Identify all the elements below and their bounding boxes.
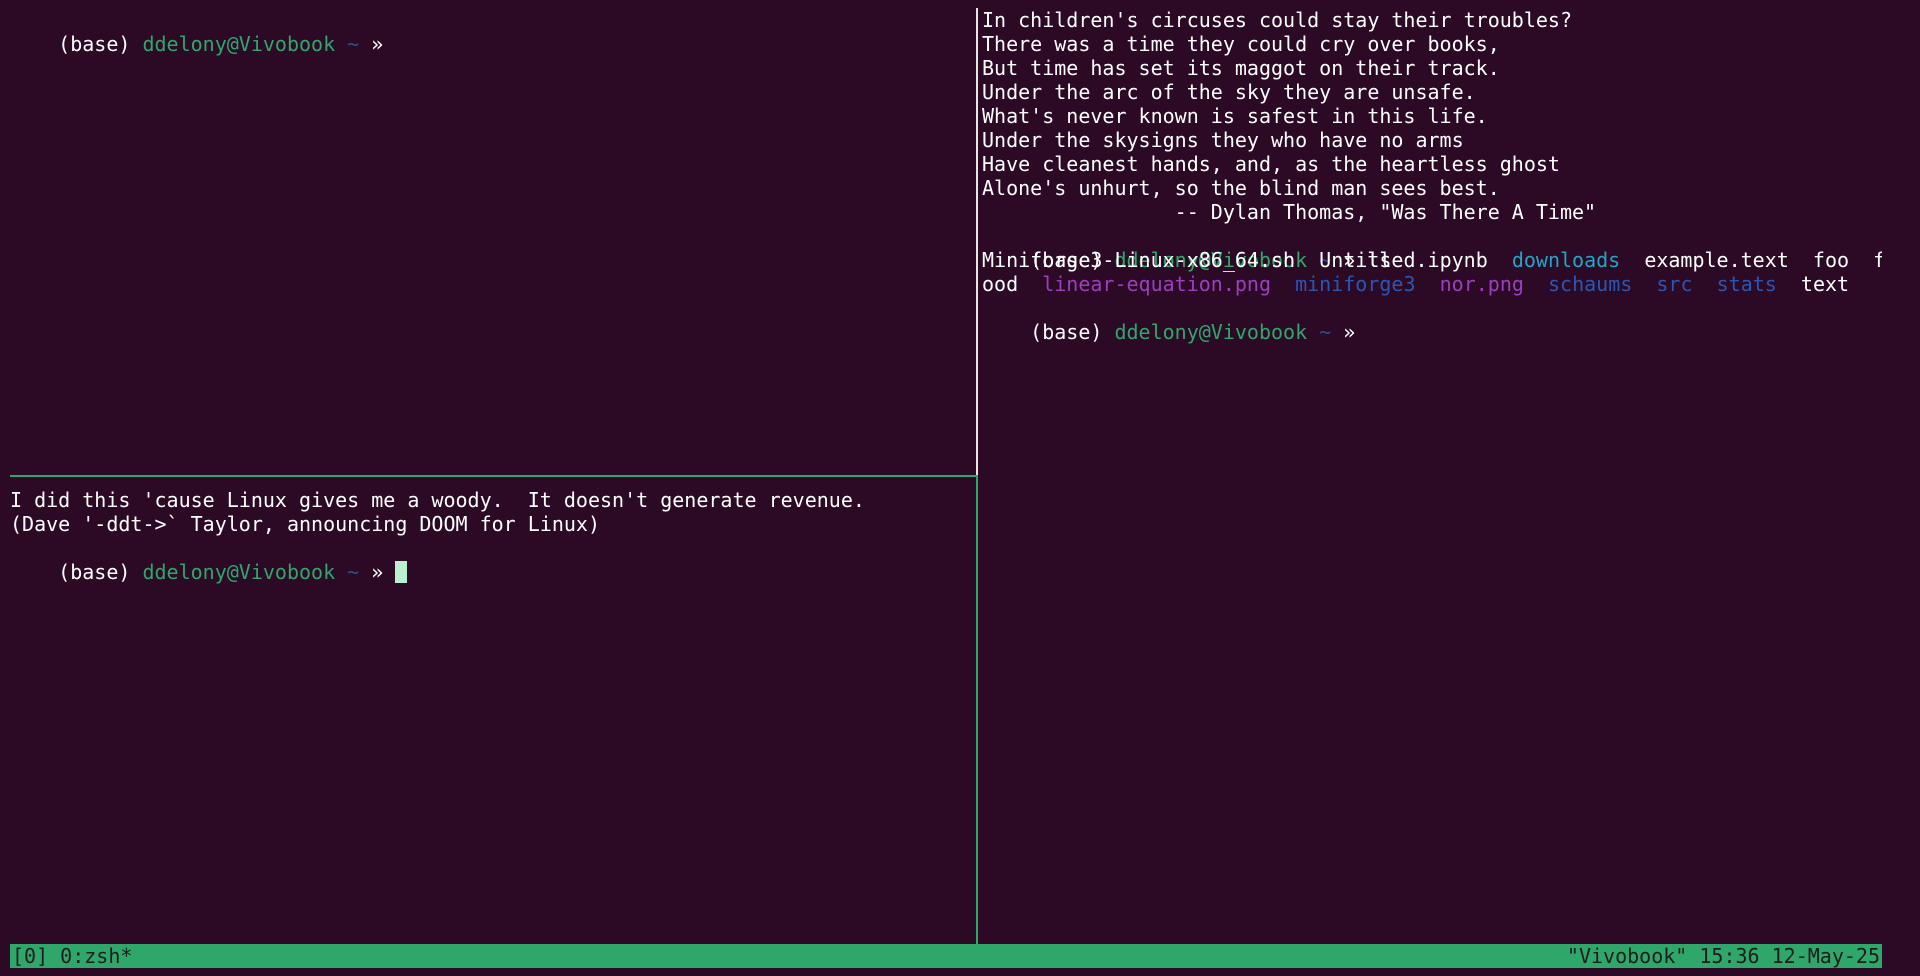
prompt-line: (base) ddelony@Vivobook ~ » bbox=[10, 8, 975, 56]
poem-line: Have cleanest hands, and, as the heartle… bbox=[982, 152, 1560, 176]
pane-right[interactable]: In children's circuses could stay their … bbox=[982, 8, 1882, 943]
ls-entry: f bbox=[1873, 248, 1882, 272]
poem-line: Alone's unhurt, so the blind man sees be… bbox=[982, 176, 1500, 200]
pane-divider-vertical-active[interactable] bbox=[976, 475, 978, 944]
ls-entry: ood bbox=[982, 272, 1019, 296]
ls-entry: miniforge3 bbox=[1295, 272, 1416, 296]
ls-entry: nor.png bbox=[1439, 272, 1524, 296]
ls-entry: src bbox=[1656, 272, 1693, 296]
ls-entry: downloads bbox=[1511, 248, 1621, 272]
ls-output-row-2: ood linear-equation.png miniforge3 nor.p… bbox=[982, 272, 1882, 296]
prompt-tilde: ~ bbox=[1319, 320, 1332, 344]
pane-divider-horizontal[interactable] bbox=[10, 475, 976, 477]
poem-line: There was a time they could cry over boo… bbox=[982, 32, 1500, 56]
prompt-env: (base) bbox=[1030, 320, 1103, 344]
prompt-tilde: ~ bbox=[347, 32, 360, 56]
ls-entry: schaums bbox=[1548, 272, 1633, 296]
pane-divider-vertical[interactable] bbox=[976, 8, 978, 475]
ls-entry: example.text bbox=[1644, 248, 1789, 272]
poem-line: Under the skysigns they who have no arms bbox=[982, 128, 1464, 152]
prompt-line: (base) ddelony@Vivobook ~ » ls bbox=[982, 224, 1882, 272]
ls-entry: foo bbox=[1812, 248, 1850, 272]
prompt-line: (base) ddelony@Vivobook ~ » bbox=[982, 296, 1882, 344]
status-host-clock: "Vivobook" 15:36 12-May-25 bbox=[1566, 944, 1880, 968]
poem-line: But time has set its maggot on their tra… bbox=[982, 56, 1500, 80]
prompt-env: (base) bbox=[58, 32, 131, 56]
tmux-status-bar: [0] 0:zsh* "Vivobook" 15:36 12-May-25 bbox=[10, 944, 1882, 968]
prompt-arrow: » bbox=[1343, 320, 1356, 344]
ls-entry: Miniforge3-Linux-x86_64.sh bbox=[982, 248, 1296, 272]
prompt-env: (base) bbox=[58, 560, 131, 584]
fortune-line: I did this 'cause Linux gives me a woody… bbox=[10, 488, 865, 512]
prompt-tilde: ~ bbox=[347, 560, 360, 584]
ls-entry: text bbox=[1800, 272, 1850, 296]
pane-bottom-left[interactable]: I did this 'cause Linux gives me a woody… bbox=[10, 488, 975, 943]
poem-line: Under the arc of the sky they are unsafe… bbox=[982, 80, 1476, 104]
ls-entry: Untitled.ipynb bbox=[1319, 248, 1488, 272]
status-window-list[interactable]: [0] 0:zsh* bbox=[12, 944, 132, 968]
prompt-arrow: » bbox=[371, 32, 384, 56]
poem-line: What's never known is safest in this lif… bbox=[982, 104, 1488, 128]
ls-entry: stats bbox=[1716, 272, 1777, 296]
fortune-line: (Dave '-ddt->` Taylor, announcing DOOM f… bbox=[10, 512, 601, 536]
prompt-arrow: » bbox=[371, 560, 384, 584]
ls-entry: linear-equation.png bbox=[1042, 272, 1271, 296]
prompt-line: (base) ddelony@Vivobook ~ » bbox=[10, 536, 975, 584]
prompt-user-host: ddelony@Vivobook bbox=[142, 560, 336, 584]
pane-top-left[interactable]: (base) ddelony@Vivobook ~ » bbox=[10, 8, 975, 473]
ls-output-row-1: Miniforge3-Linux-x86_64.sh Untitled.ipyn… bbox=[982, 248, 1882, 272]
poem-line: In children's circuses could stay their … bbox=[982, 8, 1573, 32]
poem-attribution: -- Dylan Thomas, "Was There A Time" bbox=[982, 200, 1597, 224]
prompt-user-host: ddelony@Vivobook bbox=[1114, 320, 1308, 344]
prompt-user-host: ddelony@Vivobook bbox=[142, 32, 336, 56]
terminal-cursor[interactable] bbox=[395, 561, 408, 583]
